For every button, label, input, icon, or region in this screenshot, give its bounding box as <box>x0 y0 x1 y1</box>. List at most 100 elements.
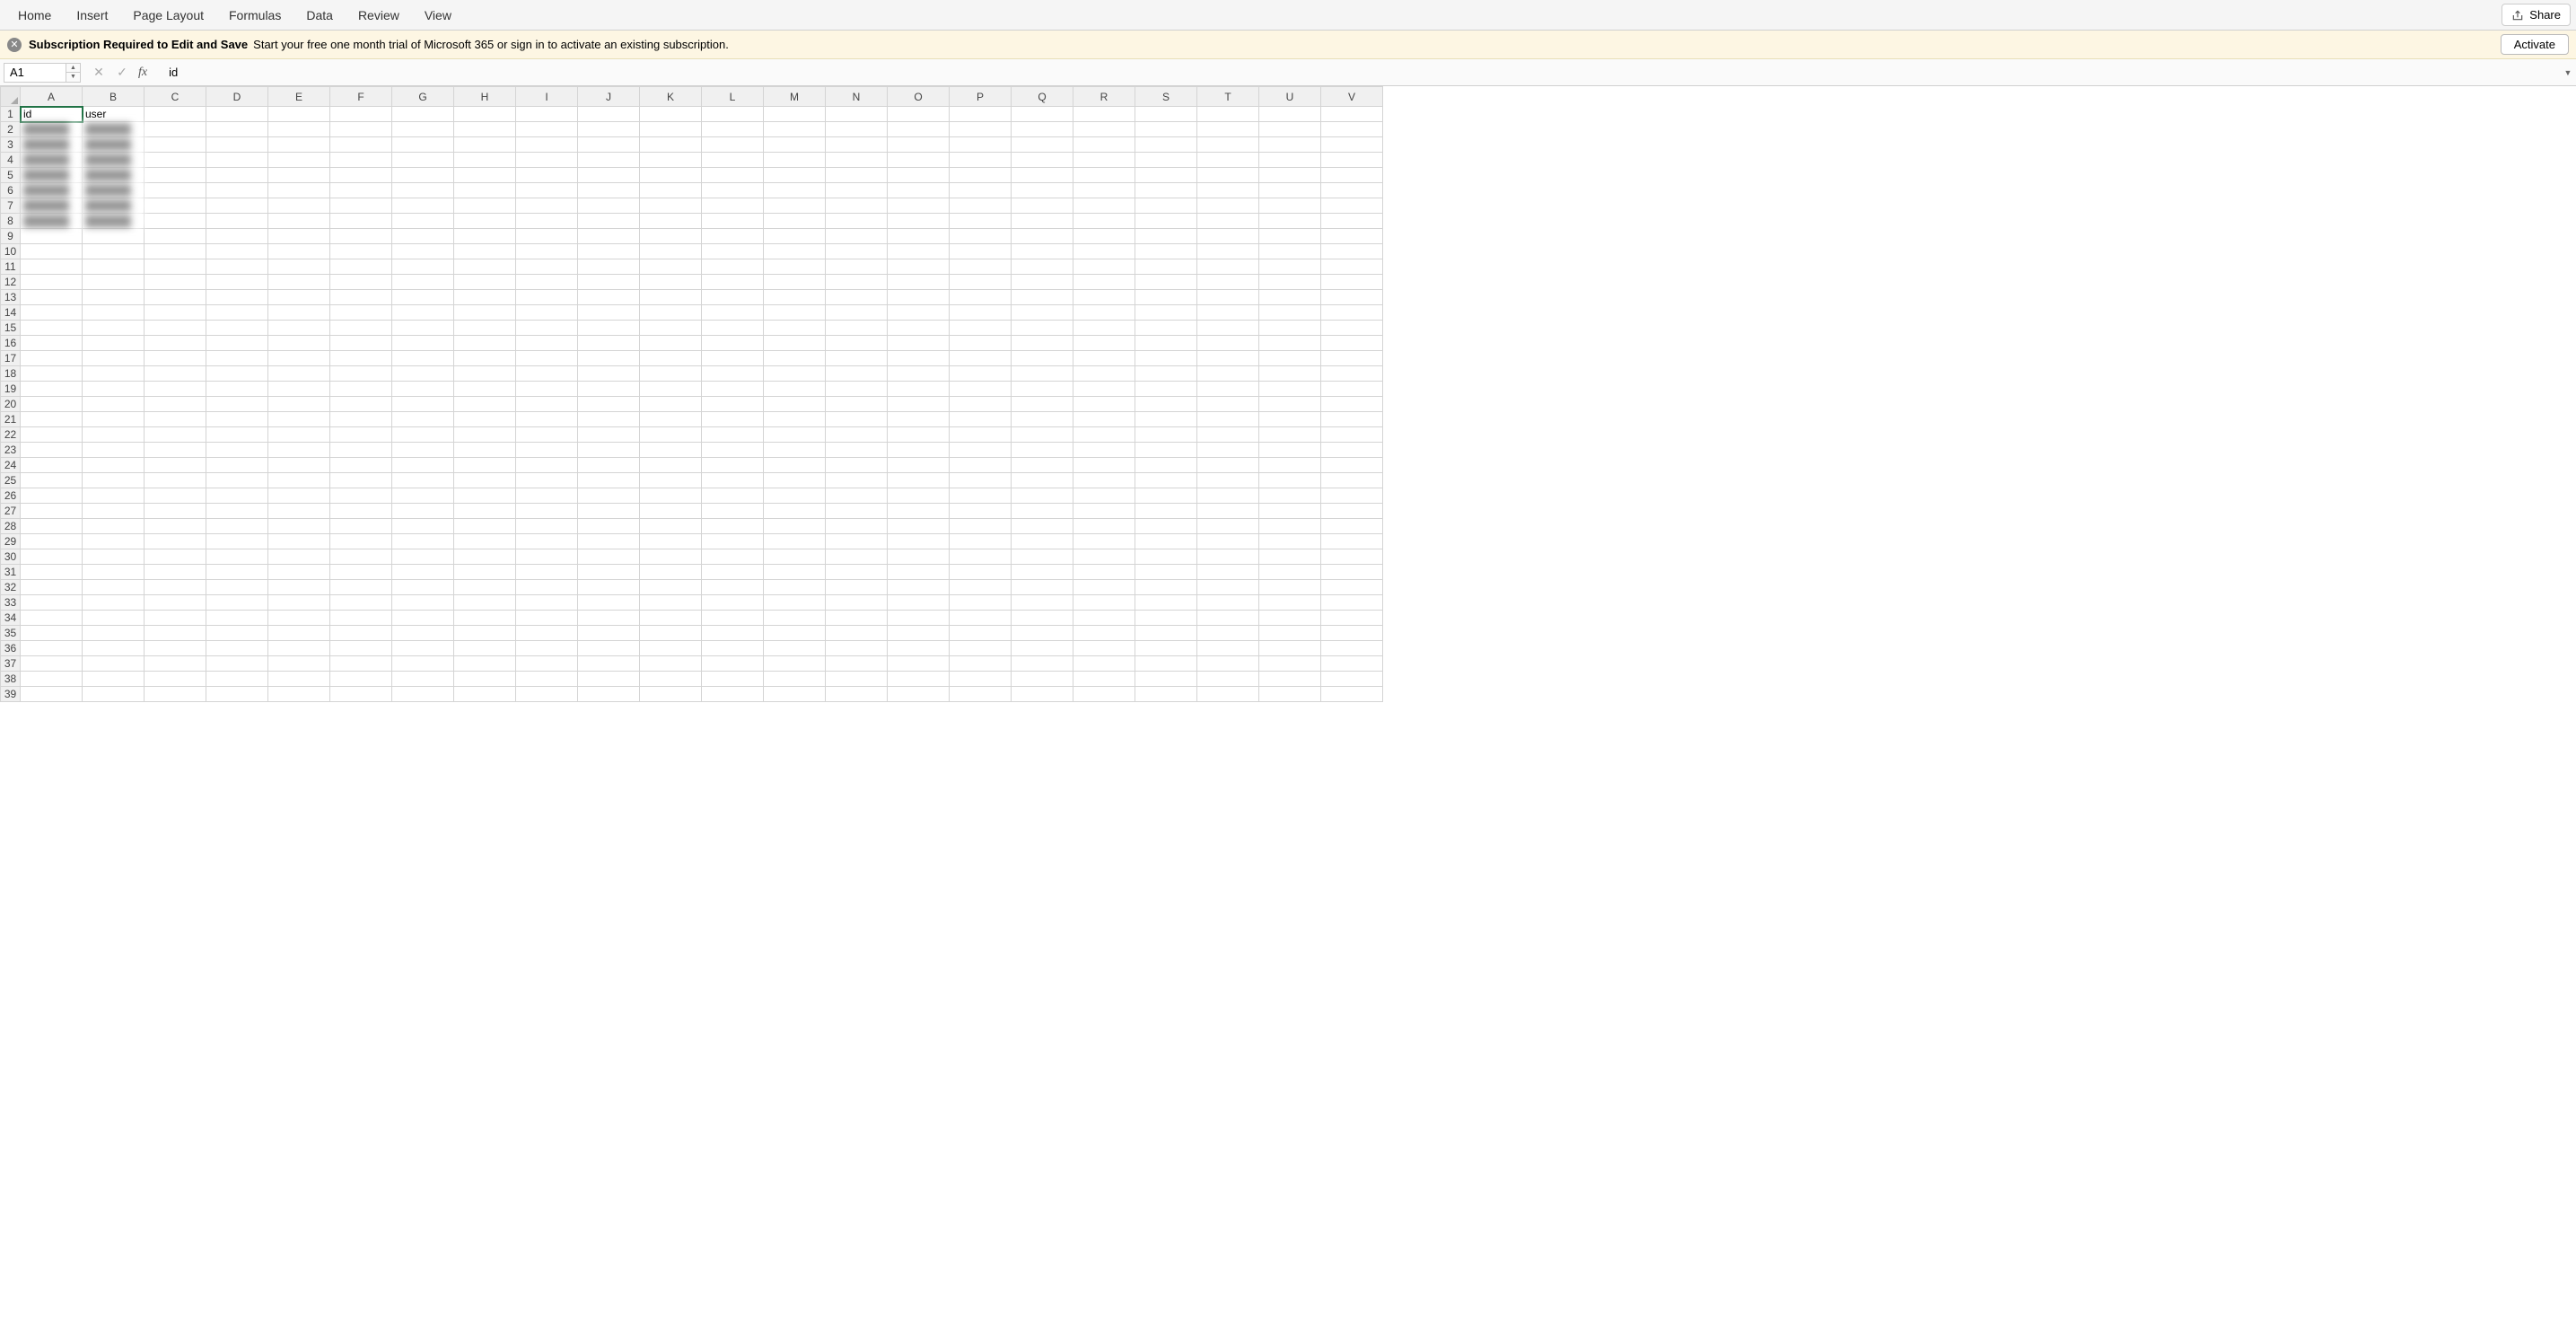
cell-Q28[interactable] <box>1012 519 1073 534</box>
cell-E28[interactable] <box>268 519 330 534</box>
cell-G11[interactable] <box>392 259 454 275</box>
cell-T27[interactable] <box>1197 504 1259 519</box>
cell-Q36[interactable] <box>1012 641 1073 656</box>
cell-O12[interactable] <box>888 275 950 290</box>
cell-P25[interactable] <box>950 473 1012 488</box>
row-header-3[interactable]: 3 <box>1 137 21 153</box>
cell-C32[interactable] <box>145 580 206 595</box>
row-header-20[interactable]: 20 <box>1 397 21 412</box>
column-header-O[interactable]: O <box>888 87 950 107</box>
row-header-11[interactable]: 11 <box>1 259 21 275</box>
cell-D27[interactable] <box>206 504 268 519</box>
cell-R4[interactable] <box>1073 153 1135 168</box>
cell-S27[interactable] <box>1135 504 1197 519</box>
cell-E35[interactable] <box>268 626 330 641</box>
cell-F18[interactable] <box>330 366 392 382</box>
cell-K12[interactable] <box>640 275 702 290</box>
cell-I9[interactable] <box>516 229 578 244</box>
cell-J13[interactable] <box>578 290 640 305</box>
row-header-10[interactable]: 10 <box>1 244 21 259</box>
row-header-30[interactable]: 30 <box>1 549 21 565</box>
cell-J27[interactable] <box>578 504 640 519</box>
cell-V10[interactable] <box>1321 244 1383 259</box>
cell-P24[interactable] <box>950 458 1012 473</box>
cell-V9[interactable] <box>1321 229 1383 244</box>
cell-N15[interactable] <box>826 321 888 336</box>
cell-N32[interactable] <box>826 580 888 595</box>
cell-N1[interactable] <box>826 107 888 122</box>
cell-T13[interactable] <box>1197 290 1259 305</box>
cell-U27[interactable] <box>1259 504 1321 519</box>
cell-H26[interactable] <box>454 488 516 504</box>
cell-J8[interactable] <box>578 214 640 229</box>
cell-B5[interactable]: ██████ <box>83 168 145 183</box>
cell-L17[interactable] <box>702 351 764 366</box>
cell-P30[interactable] <box>950 549 1012 565</box>
cell-J5[interactable] <box>578 168 640 183</box>
cell-I11[interactable] <box>516 259 578 275</box>
cell-T32[interactable] <box>1197 580 1259 595</box>
cell-Q3[interactable] <box>1012 137 1073 153</box>
cell-P6[interactable] <box>950 183 1012 198</box>
cell-P31[interactable] <box>950 565 1012 580</box>
row-header-17[interactable]: 17 <box>1 351 21 366</box>
cell-L15[interactable] <box>702 321 764 336</box>
cell-T18[interactable] <box>1197 366 1259 382</box>
cell-A5[interactable]: ██████ <box>21 168 83 183</box>
cell-T35[interactable] <box>1197 626 1259 641</box>
cell-L38[interactable] <box>702 672 764 687</box>
row-header-4[interactable]: 4 <box>1 153 21 168</box>
cell-D38[interactable] <box>206 672 268 687</box>
column-header-H[interactable]: H <box>454 87 516 107</box>
cell-K24[interactable] <box>640 458 702 473</box>
cell-B31[interactable] <box>83 565 145 580</box>
cell-D4[interactable] <box>206 153 268 168</box>
cell-R9[interactable] <box>1073 229 1135 244</box>
cell-R32[interactable] <box>1073 580 1135 595</box>
cell-J1[interactable] <box>578 107 640 122</box>
cell-R33[interactable] <box>1073 595 1135 611</box>
cell-A29[interactable] <box>21 534 83 549</box>
cell-F4[interactable] <box>330 153 392 168</box>
cell-T24[interactable] <box>1197 458 1259 473</box>
cell-P1[interactable] <box>950 107 1012 122</box>
cell-T25[interactable] <box>1197 473 1259 488</box>
row-header-39[interactable]: 39 <box>1 687 21 702</box>
cell-E30[interactable] <box>268 549 330 565</box>
cell-I10[interactable] <box>516 244 578 259</box>
cell-K17[interactable] <box>640 351 702 366</box>
cell-J32[interactable] <box>578 580 640 595</box>
cell-S14[interactable] <box>1135 305 1197 321</box>
cell-U21[interactable] <box>1259 412 1321 427</box>
cell-R6[interactable] <box>1073 183 1135 198</box>
cell-A31[interactable] <box>21 565 83 580</box>
cell-A4[interactable]: ██████ <box>21 153 83 168</box>
cell-V27[interactable] <box>1321 504 1383 519</box>
cell-C39[interactable] <box>145 687 206 702</box>
cell-T29[interactable] <box>1197 534 1259 549</box>
cell-U4[interactable] <box>1259 153 1321 168</box>
cell-I22[interactable] <box>516 427 578 443</box>
cell-M24[interactable] <box>764 458 826 473</box>
cell-A11[interactable] <box>21 259 83 275</box>
cell-K31[interactable] <box>640 565 702 580</box>
row-header-37[interactable]: 37 <box>1 656 21 672</box>
cell-A18[interactable] <box>21 366 83 382</box>
cell-B14[interactable] <box>83 305 145 321</box>
cell-V34[interactable] <box>1321 611 1383 626</box>
cell-E3[interactable] <box>268 137 330 153</box>
cell-B22[interactable] <box>83 427 145 443</box>
enter-icon[interactable]: ✓ <box>115 65 129 80</box>
cell-F24[interactable] <box>330 458 392 473</box>
formula-input[interactable] <box>163 63 2560 83</box>
cell-D15[interactable] <box>206 321 268 336</box>
cell-F30[interactable] <box>330 549 392 565</box>
cell-Q35[interactable] <box>1012 626 1073 641</box>
cell-E37[interactable] <box>268 656 330 672</box>
cell-F11[interactable] <box>330 259 392 275</box>
cell-B38[interactable] <box>83 672 145 687</box>
cell-S5[interactable] <box>1135 168 1197 183</box>
cell-U9[interactable] <box>1259 229 1321 244</box>
cell-M29[interactable] <box>764 534 826 549</box>
cell-V25[interactable] <box>1321 473 1383 488</box>
